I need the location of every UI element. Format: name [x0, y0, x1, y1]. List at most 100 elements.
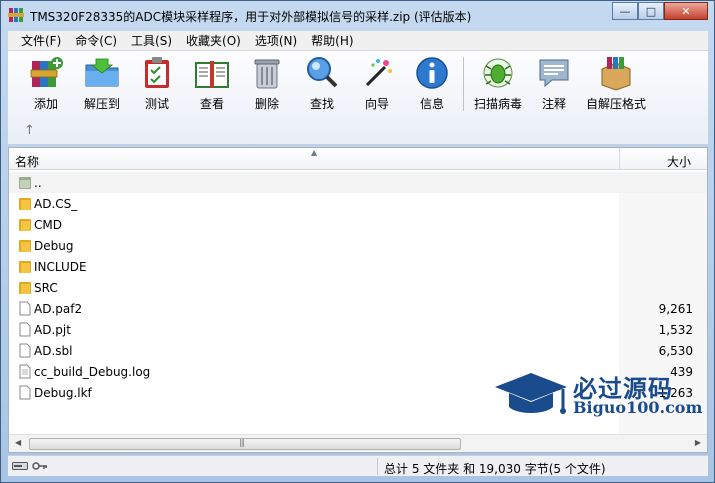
text-file-icon	[19, 364, 31, 379]
info-button[interactable]: 信息	[404, 55, 460, 113]
toolbar: 添加 解压到 测试 查看 删除 查找 向导 信息 扫描病毒 注释 自解压格式 ↑	[8, 51, 708, 145]
menu-options[interactable]: 选项(N)	[248, 32, 304, 49]
sfx-box-icon	[601, 57, 631, 91]
file-name: SRC	[34, 281, 58, 295]
file-size: 1,532	[658, 323, 693, 337]
file-name: ..	[34, 176, 42, 190]
menu-help[interactable]: 帮助(H)	[304, 32, 360, 49]
file-icon	[19, 301, 31, 316]
virus-scan-button[interactable]: 扫描病毒	[470, 55, 526, 113]
comment-button[interactable]: 注释	[526, 55, 582, 113]
extract-to-button[interactable]: 解压到	[74, 55, 130, 113]
add-archive-icon	[30, 57, 63, 87]
file-name: AD.pjt	[34, 323, 71, 337]
menu-commands[interactable]: 命令(C)	[68, 32, 124, 49]
file-row[interactable]: AD.sbl 6,530	[9, 340, 707, 361]
menu-bar: 文件(F) 命令(C) 工具(S) 收藏夹(O) 选项(N) 帮助(H)	[8, 31, 708, 51]
virus-scan-label: 扫描病毒	[473, 97, 522, 111]
status-summary: 总计 5 文件夹 和 19,030 字节(5 个文件)	[384, 462, 606, 476]
scroll-left-icon[interactable]: ◀	[15, 438, 21, 447]
file-size: 9,261	[658, 302, 693, 316]
trash-icon	[254, 59, 280, 89]
comment-icon	[539, 59, 569, 88]
comment-label: 注释	[541, 97, 566, 111]
folder-icon	[19, 198, 31, 210]
file-size: 6,530	[658, 344, 693, 358]
drive-icon[interactable]	[12, 460, 28, 472]
delete-label: 删除	[254, 97, 279, 111]
file-name: AD.paf2	[34, 302, 83, 316]
file-name: AD.sbl	[34, 344, 73, 358]
wizard-label: 向导	[364, 97, 389, 111]
magnifier-icon	[307, 57, 338, 88]
wizard-button[interactable]: 向导	[349, 55, 405, 113]
sort-arrow-icon: ▲	[311, 148, 318, 157]
file-name: AD.CS_	[34, 197, 78, 211]
test-button[interactable]: 测试	[129, 55, 185, 113]
parent-folder-icon	[19, 177, 31, 189]
graduation-cap-icon	[495, 373, 567, 414]
scroll-right-icon[interactable]: ▶	[695, 438, 701, 447]
view-book-icon	[195, 61, 229, 88]
scrollbar-thumb[interactable]	[29, 438, 461, 450]
column-header: ▲ 名称 大小	[9, 148, 707, 170]
winrar-window: TMS320F28335的ADC模块采样程序，用于对外部模拟信号的采样.zip …	[0, 0, 715, 483]
folder-icon	[19, 219, 31, 231]
folder-row[interactable]: INCLUDE	[9, 256, 707, 277]
folder-row[interactable]: SRC	[9, 277, 707, 298]
folder-icon	[19, 261, 31, 273]
up-level-button[interactable]: ↑	[24, 123, 35, 138]
file-row[interactable]: AD.paf2 9,261	[9, 298, 707, 319]
window-title: TMS320F28335的ADC模块采样程序，用于对外部模拟信号的采样.zip …	[30, 10, 472, 24]
close-button[interactable]: ✕	[664, 2, 708, 20]
delete-button[interactable]: 删除	[239, 55, 295, 113]
sfx-label: 自解压格式	[586, 97, 647, 111]
title-bar[interactable]: TMS320F28335的ADC模块采样程序，用于对外部模拟信号的采样.zip …	[1, 1, 714, 31]
column-divider[interactable]	[619, 148, 620, 170]
watermark-url: Biguo100.com	[573, 398, 703, 417]
test-label: 测试	[144, 97, 169, 111]
extract-folder-icon	[85, 58, 119, 87]
file-icon	[19, 385, 31, 400]
add-button[interactable]: 添加	[18, 55, 74, 113]
toolbar-separator	[463, 57, 464, 111]
column-size[interactable]: 大小	[667, 153, 691, 170]
folder-row[interactable]: AD.CS_	[9, 193, 707, 214]
add-label: 添加	[33, 97, 58, 111]
wizard-wand-icon	[365, 59, 392, 87]
file-name: CMD	[34, 218, 62, 232]
folder-row[interactable]: CMD	[9, 214, 707, 235]
menu-favorites[interactable]: 收藏夹(O)	[179, 32, 248, 49]
status-divider	[377, 458, 378, 475]
find-button[interactable]: 查找	[294, 55, 350, 113]
virus-scan-icon	[483, 58, 513, 88]
file-icon	[19, 322, 31, 337]
key-icon[interactable]	[32, 460, 48, 472]
find-label: 查找	[309, 97, 334, 111]
minimize-button[interactable]: —	[612, 2, 638, 20]
winrar-app-icon	[8, 8, 24, 22]
horizontal-scrollbar[interactable]: ◀ ||| ▶	[9, 434, 707, 452]
file-name: INCLUDE	[34, 260, 87, 274]
info-label: 信息	[419, 97, 444, 111]
column-name[interactable]: 名称	[15, 153, 39, 170]
folder-row[interactable]: Debug	[9, 235, 707, 256]
scrollbar-grip-icon: |||	[239, 438, 245, 447]
menu-tools[interactable]: 工具(S)	[124, 32, 179, 49]
watermark: 必过源码 Biguo100.com	[493, 367, 703, 423]
file-row[interactable]: AD.pjt 1,532	[9, 319, 707, 340]
parent-dir-row[interactable]: ..	[9, 172, 707, 193]
view-button[interactable]: 查看	[184, 55, 240, 113]
folder-icon	[19, 240, 31, 252]
menu-file[interactable]: 文件(F)	[14, 32, 68, 49]
folder-icon	[19, 282, 31, 294]
info-icon	[416, 57, 448, 89]
file-icon	[19, 343, 31, 358]
sfx-button[interactable]: 自解压格式	[586, 55, 647, 113]
file-name: cc_build_Debug.log	[34, 365, 151, 379]
status-bar: 总计 5 文件夹 和 19,030 字节(5 个文件)	[8, 455, 708, 476]
maximize-button[interactable]: □	[638, 2, 664, 20]
file-name: Debug	[34, 239, 74, 253]
window-controls: — □ ✕	[612, 2, 708, 20]
extract-to-label: 解压到	[83, 97, 120, 111]
